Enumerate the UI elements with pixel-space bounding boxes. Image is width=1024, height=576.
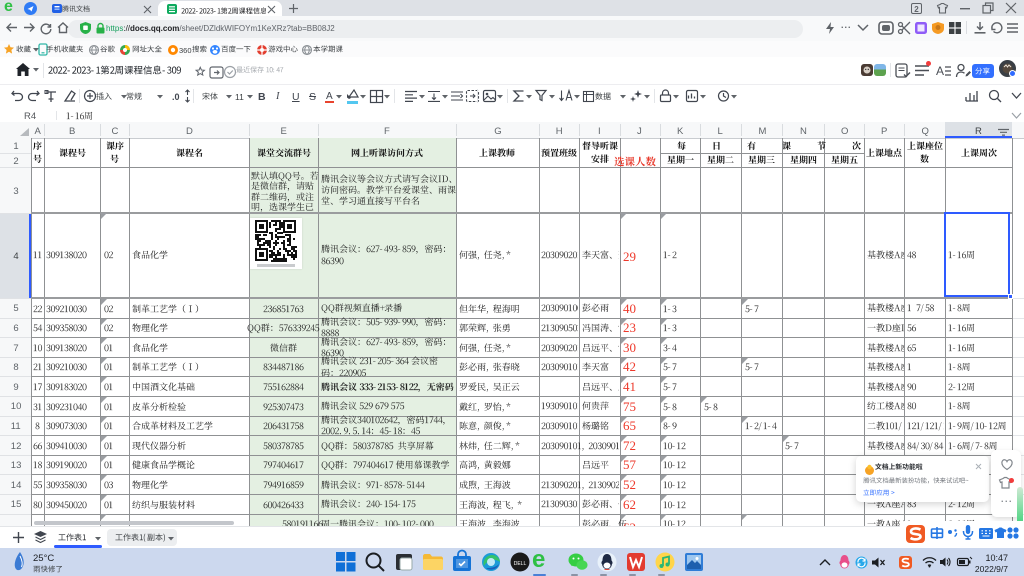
- svg-text:DELL: DELL: [514, 561, 527, 567]
- svg-text:A: A: [936, 64, 944, 78]
